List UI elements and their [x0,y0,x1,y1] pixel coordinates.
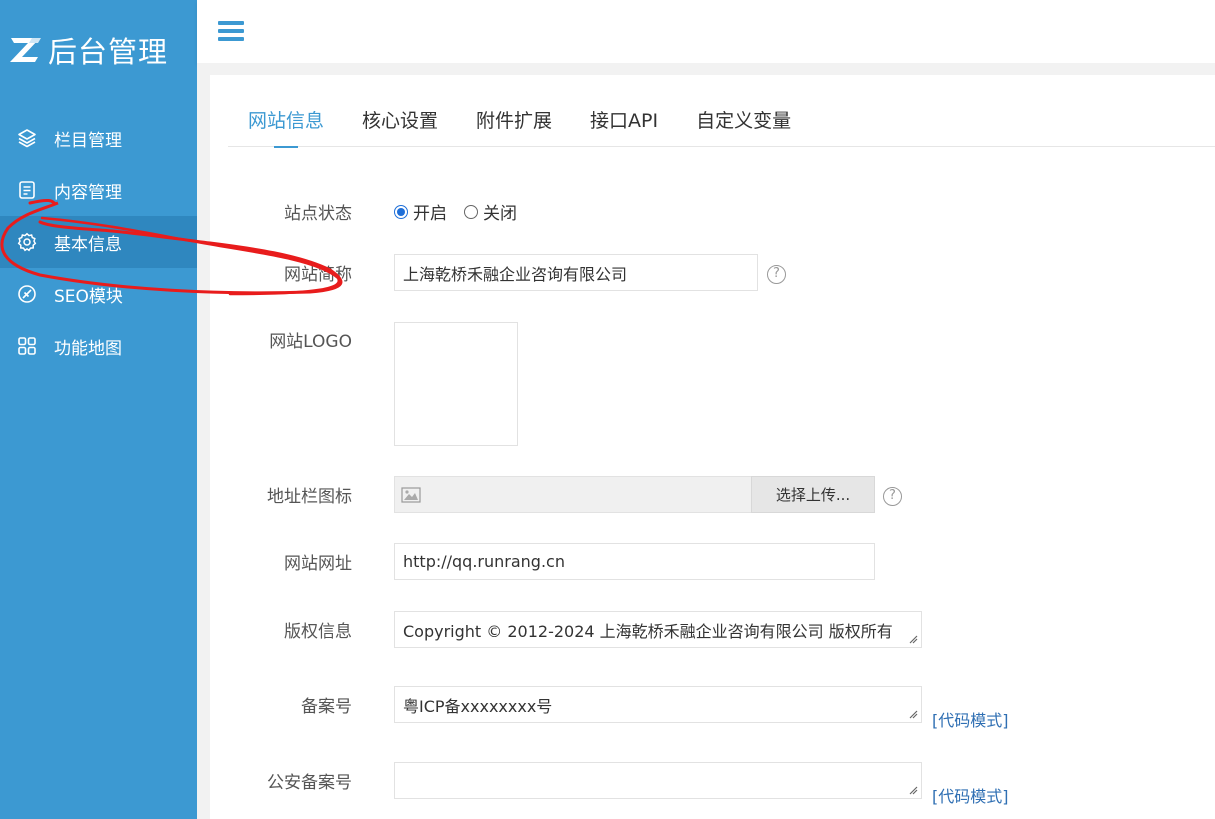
site-name-label: 网站简称 [284,265,352,285]
grid-icon [18,337,36,355]
radio-label: 关闭 [483,204,517,224]
app-title: 后台管理 [48,35,169,69]
site-status-off-radio[interactable]: 关闭 [464,199,517,224]
resize-handle-icon[interactable] [909,710,918,719]
site-status-label: 站点状态 [284,204,352,224]
icp-text: 粤ICP备xxxxxxxx号 [403,696,553,716]
sidebar-item-label: 栏目管理 [54,130,122,151]
site-name-input[interactable]: 上海乾桥禾融企业咨询有限公司 [394,254,758,291]
favicon-path-input[interactable] [394,476,752,513]
image-icon [401,486,421,503]
police-icp-textarea[interactable] [394,762,922,799]
app-logo: 后台管理 [8,30,168,70]
police-icp-label: 公安备案号 [267,773,352,793]
resize-handle-icon[interactable] [909,635,918,644]
sidebar-item-column[interactable]: 栏目管理 [0,112,197,164]
copyright-text: Copyright © 2012-2024 上海乾桥禾融企业咨询有限公司 版权所… [403,621,893,641]
help-icon[interactable]: ? [767,265,786,284]
site-logo-label: 网站LOGO [269,332,352,352]
tab-api[interactable]: 接口API [590,96,658,147]
sidebar-item-label: 功能地图 [54,338,122,359]
tab-custom-variables[interactable]: 自定义变量 [696,96,791,147]
radio-label: 开启 [413,204,447,224]
resize-handle-icon[interactable] [909,786,918,795]
sidebar-item-seo[interactable]: SEO模块 [0,268,197,320]
sidebar-item-basic-info[interactable]: 基本信息 [0,216,197,268]
layers-icon [18,129,36,148]
radio-unchecked-icon [464,204,478,219]
top-bar [197,0,1215,63]
site-url-input[interactable]: http://qq.runrang.cn [394,543,875,580]
seo-icon [18,285,36,303]
gear-icon [17,232,37,252]
logo-z-icon [10,38,41,62]
police-icp-code-mode-link[interactable]: [代码模式] [932,783,1009,807]
copyright-label: 版权信息 [284,622,352,642]
sidebar-nav: 栏目管理 内容管理 基本信息 SEO模块 功能地图 [0,112,197,372]
sidebar-item-label: SEO模块 [54,286,123,307]
icp-label: 备案号 [301,697,352,717]
sidebar-item-content[interactable]: 内容管理 [0,164,197,216]
radio-checked-icon [394,204,408,219]
upload-button[interactable]: 选择上传... [751,476,875,513]
tab-site-info[interactable]: 网站信息 [248,96,324,148]
hamburger-icon[interactable] [218,21,244,43]
site-logo-preview[interactable] [394,322,518,446]
site-status-on-radio[interactable]: 开启 [394,199,447,224]
document-icon [19,181,35,199]
help-icon[interactable]: ? [883,487,902,506]
copyright-textarea[interactable]: Copyright © 2012-2024 上海乾桥禾融企业咨询有限公司 版权所… [394,611,922,648]
tab-attachment-ext[interactable]: 附件扩展 [476,96,552,147]
sidebar-item-label: 内容管理 [54,182,122,203]
favicon-label: 地址栏图标 [267,487,352,507]
sidebar-item-function-map[interactable]: 功能地图 [0,320,197,372]
icp-textarea[interactable]: 粤ICP备xxxxxxxx号 [394,686,922,723]
tab-core-settings[interactable]: 核心设置 [362,96,438,147]
sidebar-item-label: 基本信息 [54,234,122,255]
site-url-label: 网站网址 [284,554,352,574]
icp-code-mode-link[interactable]: [代码模式] [932,707,1009,731]
settings-tabs: 网站信息 核心设置 附件扩展 接口API 自定义变量 [228,96,1215,148]
sidebar: 后台管理 栏目管理 内容管理 基本信息 SEO模块 功能地图 [0,0,197,819]
